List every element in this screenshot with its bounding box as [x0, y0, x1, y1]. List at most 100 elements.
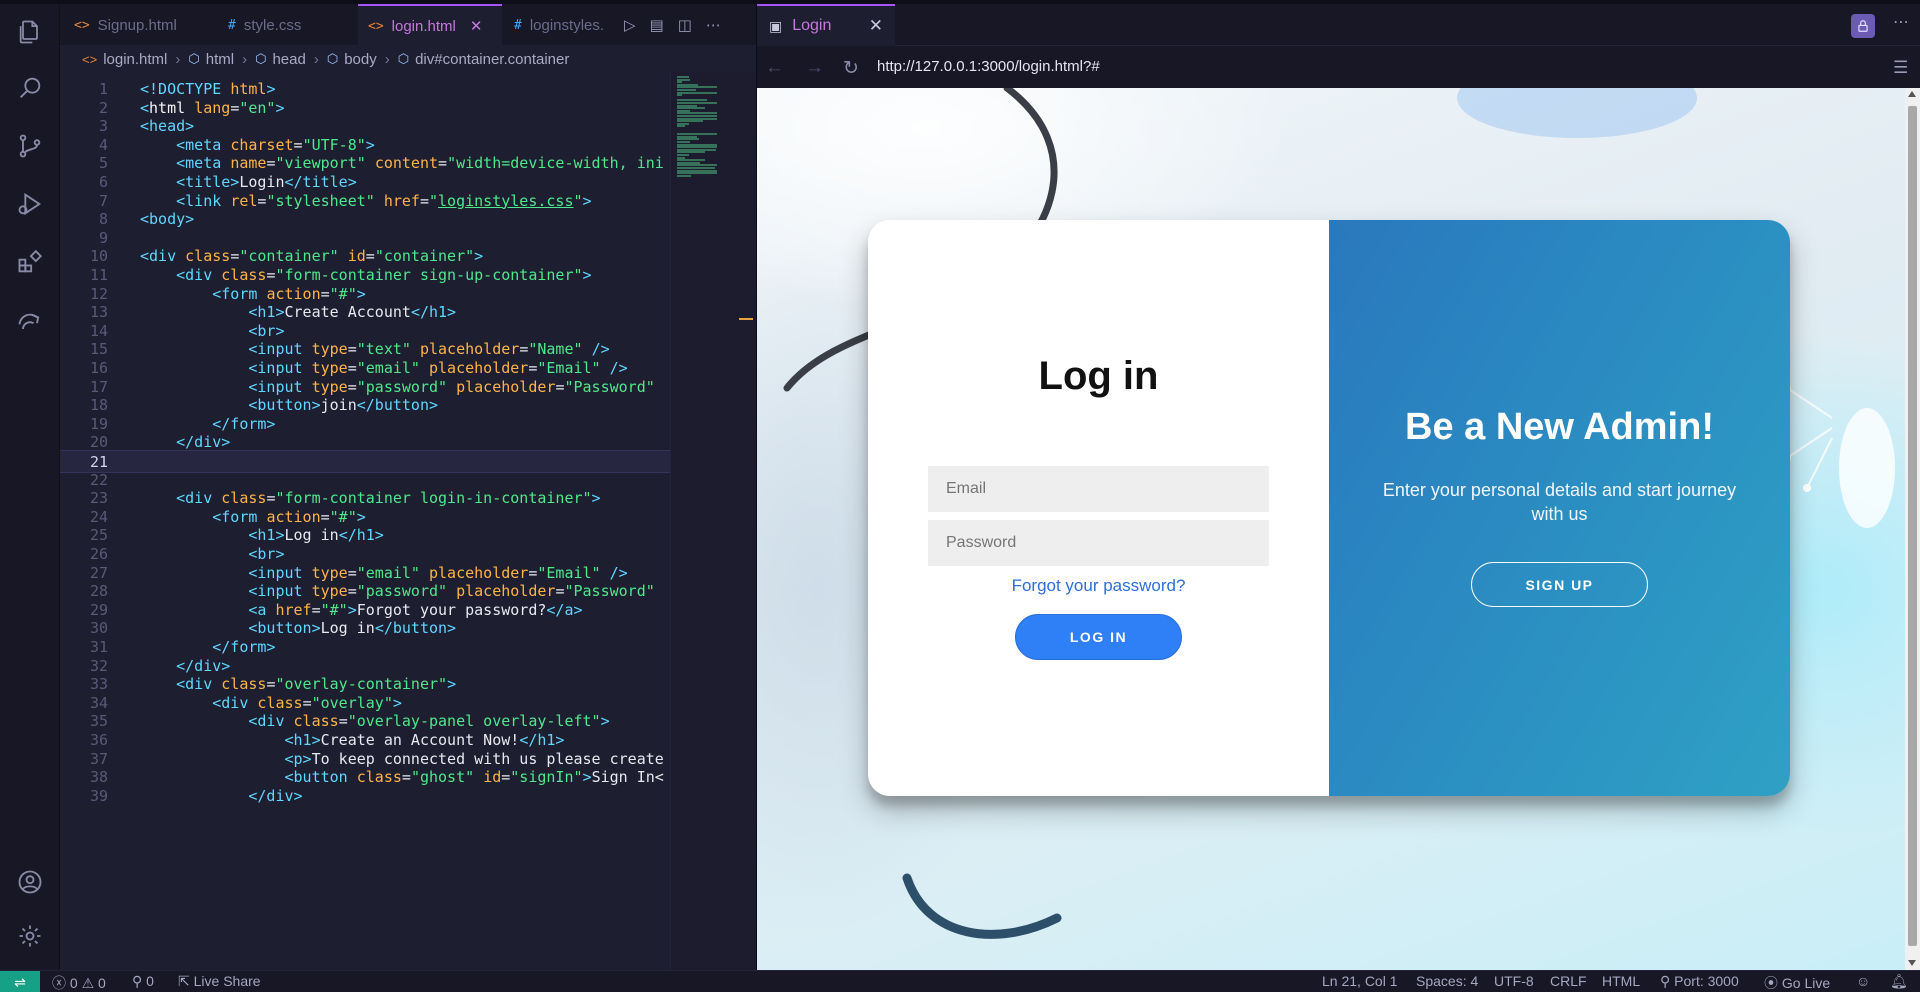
error-icon: ⓧ: [52, 975, 66, 991]
menu-icon[interactable]: ☰: [1893, 58, 1908, 78]
signup-overlay-panel: Be a New Admin! Enter your personal deta…: [1329, 220, 1790, 796]
search-icon[interactable]: [14, 72, 46, 104]
settings-gear-icon[interactable]: [14, 920, 46, 952]
chevron-right-icon: ›: [384, 50, 390, 68]
chevron-right-icon: ›: [175, 50, 181, 68]
go-live-button[interactable]: ⦿ Go Live: [1764, 973, 1830, 992]
ports-count: 0: [146, 973, 154, 989]
breadcrumb-item[interactable]: html: [206, 51, 234, 68]
remote-indicator-icon[interactable]: ⇌: [0, 971, 40, 992]
line-ending[interactable]: CRLF: [1550, 973, 1587, 989]
preview-tab-bar: ▣ Login ✕ ⋯: [757, 4, 1920, 46]
broadcast-icon: ⚲: [1660, 973, 1671, 989]
element-icon: ⬡: [326, 51, 339, 66]
tab-preview-login[interactable]: ▣ Login ✕: [757, 4, 895, 46]
breadcrumb-item[interactable]: div#container.container: [415, 51, 569, 68]
lock-icon[interactable]: [1851, 14, 1875, 38]
reload-icon[interactable]: ↻: [843, 57, 859, 80]
language-mode[interactable]: HTML: [1602, 973, 1640, 989]
live-share-label: Live Share: [193, 973, 261, 989]
overlay-text: Enter your personal details and start jo…: [1382, 480, 1737, 524]
element-icon: ⬡: [397, 51, 410, 66]
minimap-line: [677, 125, 685, 128]
chevron-right-icon: ›: [313, 50, 319, 68]
status-bar: ⇌ ⓧ 0 ⚠ 0 ⚲ 0 ⇱ Live Share Ln 21, Col 1 …: [0, 970, 1920, 992]
live-share-button[interactable]: ⇱ Live Share: [178, 973, 261, 990]
remote-explorer-icon[interactable]: [14, 306, 46, 338]
login-card: Log in Forgot your password? LOG IN Be a…: [868, 220, 1790, 796]
ports-indicator[interactable]: ⚲ 0: [132, 973, 154, 990]
encoding[interactable]: UTF-8: [1494, 973, 1534, 989]
editor-actions: ▷ ▤ ◫ ⋯: [624, 4, 721, 46]
run-icon[interactable]: ▷: [624, 16, 636, 34]
close-tab-icon[interactable]: ✕: [869, 16, 883, 36]
explorer-icon[interactable]: [14, 16, 46, 48]
broadcast-icon: ⚲: [132, 973, 143, 989]
source-control-icon[interactable]: [14, 130, 46, 162]
split-editor-icon[interactable]: ◫: [678, 16, 692, 34]
line-number: 39: [89, 786, 108, 805]
html-file-icon: <>: [82, 51, 98, 67]
preview-viewport: Log in Forgot your password? LOG IN Be a…: [757, 88, 1905, 970]
login-button[interactable]: LOG IN: [1015, 614, 1182, 660]
url-input[interactable]: http://127.0.0.1:3000/login.html?#: [877, 58, 1100, 75]
minimap-line: [677, 94, 682, 97]
html-file-icon: <>: [74, 17, 90, 33]
tab-loginstyles-css[interactable]: # loginstyles.: [504, 4, 616, 46]
minimap-cursor-marker: [739, 318, 753, 320]
scroll-down-icon[interactable]: [1908, 960, 1916, 966]
open-preview-icon[interactable]: ▤: [650, 16, 664, 34]
minimap[interactable]: [670, 72, 756, 970]
tab-signup-html[interactable]: <> Signup.html: [64, 4, 214, 46]
warning-icon: ⚠: [81, 975, 95, 991]
problems-indicator[interactable]: ⓧ 0 ⚠ 0: [52, 973, 106, 992]
extensions-icon[interactable]: [14, 246, 46, 278]
browser-url-bar: ← → ↻ http://127.0.0.1:3000/login.html?#…: [757, 46, 1920, 88]
code-editor[interactable]: 1 <!DOCTYPE html> 2 <html lang="en"> 3 <head>…: [60, 72, 670, 970]
element-icon: ⬡: [188, 51, 200, 66]
scroll-up-icon[interactable]: [1908, 91, 1916, 97]
element-icon: ⬡: [255, 51, 267, 66]
back-arrow-icon[interactable]: ←: [765, 57, 784, 79]
breadcrumb-item[interactable]: body: [344, 51, 377, 68]
minimap-line: [677, 174, 692, 177]
tab-style-css[interactable]: # style.css: [218, 4, 358, 46]
feedback-icon[interactable]: ☺: [1856, 973, 1870, 989]
go-live-icon: ⦿: [1764, 975, 1778, 991]
indentation[interactable]: Spaces: 4: [1416, 973, 1478, 989]
live-share-icon: ⇱: [178, 973, 190, 989]
breadcrumb-item[interactable]: head: [272, 51, 305, 68]
forward-arrow-icon[interactable]: →: [805, 57, 824, 79]
tab-label: Login: [792, 17, 832, 34]
editor-tab-strip: <> Signup.html # style.css <> login.html…: [60, 4, 756, 46]
notifications-bell-icon[interactable]: 🔔︎: [1890, 973, 1908, 990]
chevron-right-icon: ›: [242, 50, 248, 68]
tab-label: login.html: [391, 17, 456, 35]
run-debug-icon[interactable]: [14, 188, 46, 220]
port-label: Port: 3000: [1674, 973, 1739, 989]
tab-label: Signup.html: [97, 16, 177, 34]
port-indicator[interactable]: ⚲ Port: 3000: [1660, 973, 1739, 990]
css-file-icon: #: [514, 17, 522, 33]
more-actions-icon[interactable]: ⋯: [706, 16, 721, 34]
forgot-password-link[interactable]: Forgot your password?: [868, 576, 1329, 596]
login-panel: Log in Forgot your password? LOG IN: [868, 220, 1329, 796]
close-tab-icon[interactable]: ✕: [470, 17, 483, 35]
vscode-window: <> Signup.html # style.css <> login.html…: [0, 0, 1920, 992]
breadcrumb: <> login.html › ⬡ html › ⬡ head › ⬡ body…: [60, 46, 756, 72]
css-file-icon: #: [228, 17, 236, 33]
password-input[interactable]: [928, 520, 1269, 566]
cursor-position[interactable]: Ln 21, Col 1: [1322, 973, 1398, 989]
signup-button[interactable]: SIGN UP: [1471, 562, 1648, 607]
html-file-icon: <>: [368, 18, 384, 34]
account-icon[interactable]: [14, 866, 46, 898]
browser-preview-icon: ▣: [769, 17, 783, 34]
more-actions-icon[interactable]: ⋯: [1893, 12, 1909, 32]
error-count: 0: [69, 975, 78, 991]
code-line[interactable]: 39 </div>: [60, 785, 670, 808]
email-input[interactable]: [928, 466, 1269, 512]
preview-scrollbar[interactable]: [1905, 88, 1920, 970]
scrollbar-thumb[interactable]: [1908, 106, 1917, 946]
breadcrumb-item[interactable]: login.html: [103, 51, 167, 68]
tab-login-html[interactable]: <> login.html ✕: [358, 4, 502, 46]
